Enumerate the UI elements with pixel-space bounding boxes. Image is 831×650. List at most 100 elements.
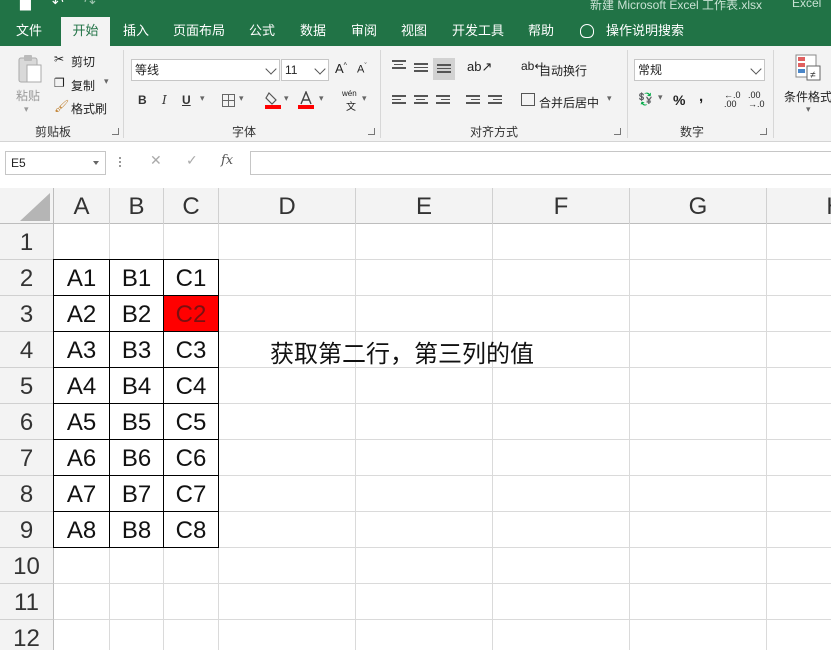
column-header-c[interactable]: C [164, 188, 219, 224]
underline-dropdown-icon[interactable]: ▾ [200, 93, 205, 104]
cell-c5[interactable]: C5 [163, 403, 219, 440]
cell-a4[interactable]: A4 [53, 367, 110, 404]
phonetic-icon[interactable]: wén [342, 89, 357, 98]
conditional-dropdown-icon[interactable]: ▾ [806, 104, 811, 115]
cell-b2[interactable]: B2 [109, 295, 164, 332]
copy-button[interactable]: 复制 [71, 77, 95, 94]
tab-home[interactable]: 开始 [61, 17, 110, 46]
tab-file[interactable]: 文件 [6, 17, 52, 46]
tab-review[interactable]: 审阅 [342, 17, 386, 46]
fill-color-icon[interactable] [265, 91, 281, 109]
align-left-icon[interactable] [392, 95, 406, 107]
font-name-select[interactable]: 等线 [131, 59, 280, 81]
decrease-indent-icon[interactable] [466, 95, 480, 107]
paste-button[interactable]: 粘贴 [16, 87, 40, 104]
align-middle-icon[interactable] [414, 63, 428, 75]
column-header-a[interactable]: A [54, 188, 110, 224]
tab-help[interactable]: 帮助 [519, 17, 563, 46]
comma-button[interactable]: , [699, 88, 703, 105]
align-top-icon[interactable] [392, 60, 406, 72]
cell-a1[interactable]: A1 [53, 259, 110, 296]
align-center-icon[interactable] [414, 95, 428, 107]
border-dropdown-icon[interactable]: ▾ [239, 93, 244, 104]
row-header-11[interactable]: 11 [0, 584, 54, 620]
cell-c8[interactable]: C8 [163, 511, 219, 548]
tab-insert[interactable]: 插入 [113, 17, 159, 46]
tab-data[interactable]: 数据 [291, 17, 335, 46]
undo-icon[interactable]: ↶ [52, 0, 64, 11]
cell-a8[interactable]: A8 [53, 511, 110, 548]
merge-center-button[interactable]: 合并后居中 [539, 94, 599, 111]
cell-a3[interactable]: A3 [53, 331, 110, 368]
formula-input[interactable] [250, 151, 831, 175]
column-header-e[interactable]: E [356, 188, 493, 224]
cut-button[interactable]: 剪切 [71, 53, 95, 70]
underline-button[interactable]: U [182, 93, 191, 107]
tab-formulas[interactable]: 公式 [240, 17, 284, 46]
formula-bar-handle[interactable] [119, 157, 121, 169]
cell-b1[interactable]: B1 [109, 259, 164, 296]
row-header-6[interactable]: 6 [0, 404, 54, 440]
format-painter-button[interactable]: 格式刷 [71, 100, 107, 117]
cell-a6[interactable]: A6 [53, 439, 110, 476]
cell-c1[interactable]: C1 [163, 259, 219, 296]
worksheet-grid[interactable]: ABCDEFGH 123456789101112A1B1C1A2B2C2A3B3… [0, 188, 831, 650]
percent-button[interactable]: % [673, 92, 685, 108]
orientation-icon[interactable]: ab↗ [467, 59, 492, 75]
column-header-f[interactable]: F [493, 188, 630, 224]
enter-icon[interactable]: ✓ [186, 152, 198, 169]
insert-function-icon[interactable]: fx [221, 153, 233, 168]
redo-icon[interactable]: ↷ [84, 0, 96, 11]
row-header-12[interactable]: 12 [0, 620, 54, 650]
increase-decimal-icon[interactable]: ←.0.00 [724, 91, 741, 109]
cell-b8[interactable]: B8 [109, 511, 164, 548]
cell-b5[interactable]: B5 [109, 403, 164, 440]
row-header-4[interactable]: 4 [0, 332, 54, 368]
column-header-g[interactable]: G [630, 188, 767, 224]
name-box[interactable]: E5 [5, 151, 106, 175]
paste-icon[interactable] [17, 54, 43, 84]
clipboard-launcher-icon[interactable] [112, 128, 119, 135]
row-header-5[interactable]: 5 [0, 368, 54, 404]
decrease-font-icon[interactable]: Aˇ [357, 63, 367, 76]
cell-b6[interactable]: B6 [109, 439, 164, 476]
cell-c6[interactable]: C6 [163, 439, 219, 476]
font-launcher-icon[interactable] [368, 128, 375, 135]
tab-page-layout[interactable]: 页面布局 [164, 17, 234, 46]
copy-dropdown-icon[interactable]: ▾ [104, 76, 109, 87]
row-header-10[interactable]: 10 [0, 548, 54, 584]
currency-icon[interactable]: 💱 [638, 92, 653, 106]
cell-b7[interactable]: B7 [109, 475, 164, 512]
align-bottom-button[interactable] [433, 58, 455, 80]
alignment-launcher-icon[interactable] [614, 128, 621, 135]
cell-c4[interactable]: C4 [163, 367, 219, 404]
cell-a2[interactable]: A2 [53, 295, 110, 332]
phonetic-dropdown-icon[interactable]: ▾ [362, 93, 367, 104]
tab-view[interactable]: 视图 [392, 17, 436, 46]
cell-c3[interactable]: C3 [163, 331, 219, 368]
row-header-8[interactable]: 8 [0, 476, 54, 512]
bold-button[interactable]: B [138, 93, 147, 107]
select-all-button[interactable] [0, 188, 54, 224]
align-right-icon[interactable] [436, 95, 450, 107]
cell-c7[interactable]: C7 [163, 475, 219, 512]
row-header-3[interactable]: 3 [0, 296, 54, 332]
wrap-text-button[interactable]: 自动换行 [539, 62, 587, 79]
decrease-decimal-icon[interactable]: .00 →.0 [748, 91, 765, 109]
row-header-2[interactable]: 2 [0, 260, 54, 296]
italic-button[interactable]: I [162, 93, 167, 107]
conditional-format-button[interactable]: 条件格式 [784, 88, 831, 105]
border-icon[interactable] [222, 94, 235, 107]
cell-c2[interactable]: C2 [163, 295, 219, 332]
save-icon[interactable]: ▆ [20, 0, 31, 11]
font-size-select[interactable]: 11 [281, 59, 329, 81]
fill-color-dropdown-icon[interactable]: ▾ [284, 93, 289, 104]
column-header-d[interactable]: D [219, 188, 356, 224]
cell-a5[interactable]: A5 [53, 403, 110, 440]
increase-indent-icon[interactable] [488, 95, 502, 107]
cell-b4[interactable]: B4 [109, 367, 164, 404]
number-launcher-icon[interactable] [760, 128, 767, 135]
row-header-9[interactable]: 9 [0, 512, 54, 548]
paste-dropdown-icon[interactable]: ▾ [24, 104, 29, 115]
number-format-select[interactable]: 常规 [634, 59, 765, 81]
